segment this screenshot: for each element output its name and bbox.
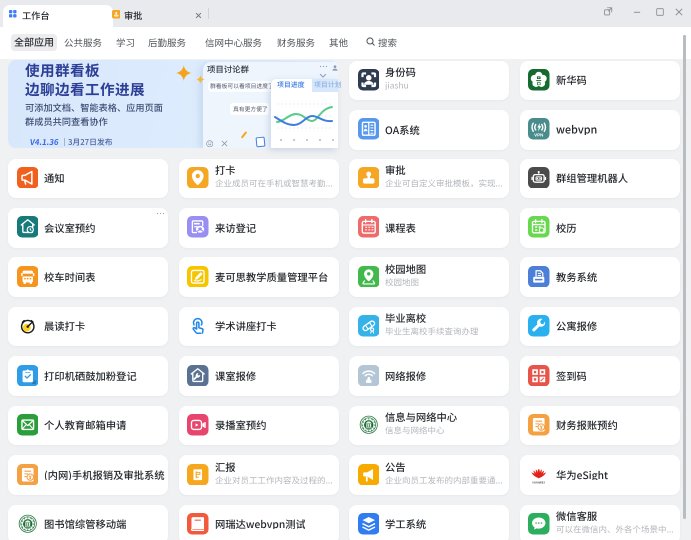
- svg-text:VPN: VPN: [535, 133, 544, 138]
- svg-text:HUAWEI: HUAWEI: [533, 480, 546, 484]
